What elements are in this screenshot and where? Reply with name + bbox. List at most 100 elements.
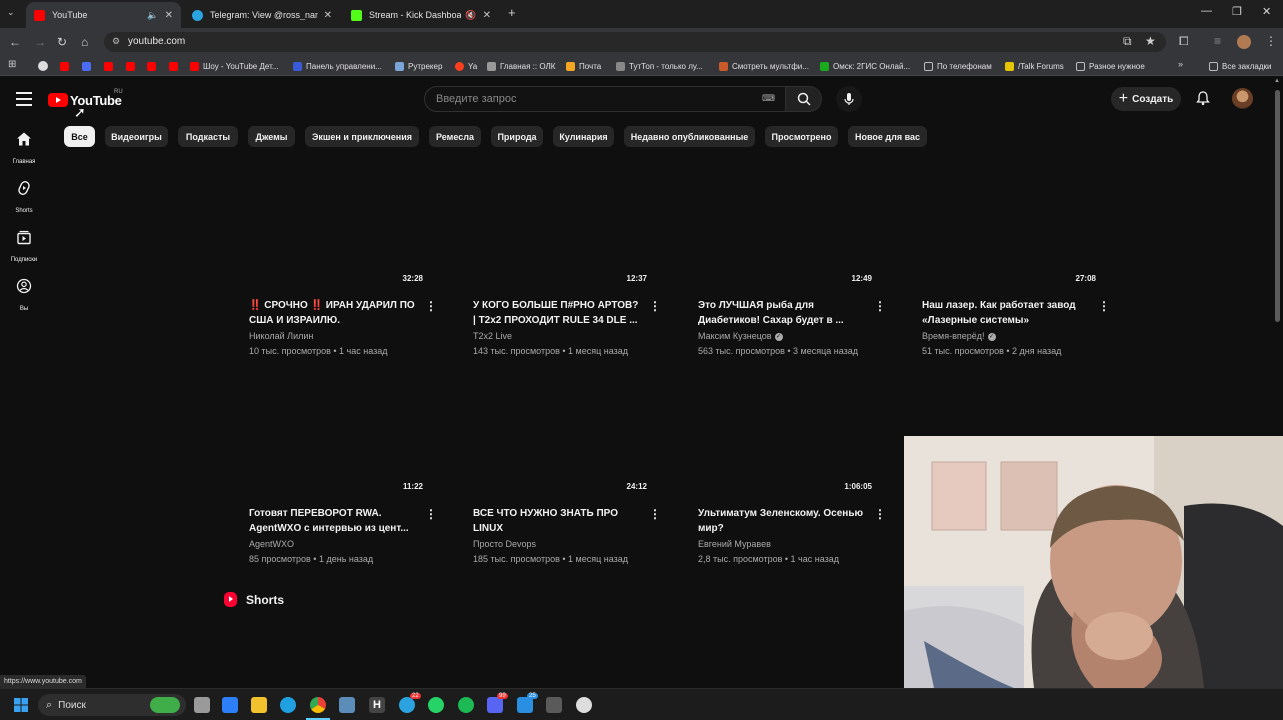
- scrollbar-thumb[interactable]: [1275, 90, 1280, 322]
- more-actions-icon[interactable]: ⋮: [425, 507, 437, 521]
- bookmark-star-icon[interactable]: ★: [1145, 34, 1156, 48]
- bookmark-item[interactable]: Панель управлени...: [293, 59, 382, 73]
- chip-nature[interactable]: Природа: [491, 126, 543, 147]
- whatsapp-icon[interactable]: [428, 697, 444, 713]
- search-button[interactable]: [786, 86, 822, 112]
- rail-item-you[interactable]: Вы: [0, 278, 48, 315]
- weather-widget-icon[interactable]: [150, 697, 180, 713]
- spotify-icon[interactable]: [458, 697, 474, 713]
- video-title[interactable]: У КОГО БОЛЬШЕ П#РНО АРТОВ? | T2x2 ПРОХОД…: [473, 298, 643, 328]
- video-card[interactable]: 12:49 Это ЛУЧШАЯ рыба для Диабетиков! Са…: [698, 162, 894, 362]
- close-tab-icon[interactable]: ✕: [483, 10, 491, 21]
- chip-watched[interactable]: Просмотрено: [765, 126, 838, 147]
- bookmark-item[interactable]: [169, 59, 182, 73]
- search-box[interactable]: Введите запрос ⌨: [424, 86, 786, 112]
- video-title[interactable]: Это ЛУЧШАЯ рыба для Диабетиков! Сахар бу…: [698, 298, 868, 328]
- video-card[interactable]: 1:06:05 Ультиматум Зеленскому. Осенью ми…: [698, 370, 894, 570]
- obs-icon[interactable]: [576, 697, 592, 713]
- more-actions-icon[interactable]: ⋮: [649, 507, 661, 521]
- chip-new-to-you[interactable]: Новое для вас: [848, 126, 927, 147]
- channel-name[interactable]: Евгений Муравев: [698, 539, 771, 549]
- video-title[interactable]: Готовят ПЕРЕВОРОТ RWA. AgentWXO с интерв…: [249, 506, 419, 536]
- chip-podcasts[interactable]: Подкасты: [178, 126, 238, 147]
- video-card[interactable]: 11:22 Готовят ПЕРЕВОРОТ RWA. AgentWXO с …: [249, 370, 445, 570]
- telegram-icon[interactable]: [399, 697, 415, 713]
- video-title[interactable]: Ультиматум Зеленскому. Осенью мир?: [698, 506, 868, 536]
- new-tab-icon[interactable]: +: [508, 5, 516, 20]
- chip-cooking[interactable]: Кулинария: [553, 126, 614, 147]
- video-thumbnail[interactable]: 12:37: [473, 162, 653, 285]
- maximize-icon[interactable]: ❐: [1232, 5, 1242, 18]
- channel-name[interactable]: Максим Кузнецов ✓: [698, 331, 783, 341]
- h-app-icon[interactable]: H: [369, 697, 385, 713]
- voice-search-button[interactable]: [836, 86, 862, 112]
- minimize-icon[interactable]: —: [1201, 5, 1212, 17]
- video-thumbnail[interactable]: 12:49: [698, 162, 878, 285]
- extensions-icon[interactable]: ⧠: [1179, 34, 1189, 49]
- address-bar[interactable]: ⚙ youtube.com: [104, 32, 1166, 52]
- bookmark-item[interactable]: [126, 59, 139, 73]
- globe-icon[interactable]: [38, 61, 48, 71]
- chrome-icon[interactable]: [310, 697, 326, 713]
- chip-action-adventure[interactable]: Экшен и приключения: [305, 126, 419, 147]
- app-badge-icon[interactable]: [517, 697, 533, 713]
- close-tab-icon[interactable]: ✕: [324, 10, 332, 21]
- bookmark-item[interactable]: [82, 59, 95, 73]
- forward-icon[interactable]: →: [34, 35, 46, 49]
- store-icon[interactable]: [222, 697, 238, 713]
- reading-list-icon[interactable]: ≡: [1214, 34, 1221, 48]
- bookmark-item[interactable]: Разное нужное: [1076, 59, 1145, 73]
- video-thumbnail[interactable]: 11:22: [249, 370, 429, 493]
- video-card[interactable]: 32:28 ‼️ СРОЧНО ‼️ ИРАН УДАРИЛ ПО США И …: [249, 162, 445, 362]
- rail-item-shorts[interactable]: Shorts: [0, 180, 48, 217]
- notifications-bell-icon[interactable]: [1195, 90, 1211, 106]
- video-card[interactable]: 24:12 ВСЕ ЧТО НУЖНО ЗНАТЬ ПРО LINUX ⋮ Пр…: [473, 370, 669, 570]
- video-title[interactable]: ВСЕ ЧТО НУЖНО ЗНАТЬ ПРО LINUX: [473, 506, 643, 536]
- reload-icon[interactable]: ↻: [57, 35, 67, 49]
- steam-icon[interactable]: [339, 697, 355, 713]
- more-actions-icon[interactable]: ⋮: [874, 507, 886, 521]
- chip-videogames[interactable]: Видеоигры: [105, 126, 168, 147]
- create-button[interactable]: + Создать: [1111, 87, 1181, 111]
- speaker-icon[interactable]: 🔈: [147, 10, 158, 21]
- more-actions-icon[interactable]: ⋮: [1098, 299, 1110, 313]
- bookmark-item[interactable]: Ya: [455, 59, 477, 73]
- scroll-up-icon[interactable]: ▲: [1274, 78, 1280, 84]
- bookmark-item[interactable]: [60, 59, 73, 73]
- video-thumbnail[interactable]: 27:08: [922, 162, 1102, 285]
- bookmark-item[interactable]: Смотреть мультфи...: [719, 59, 809, 73]
- taskbar-search[interactable]: ⌕ Поиск: [38, 694, 186, 716]
- windows-start-icon[interactable]: [14, 698, 28, 712]
- account-avatar[interactable]: [1232, 88, 1253, 109]
- video-thumbnail[interactable]: 1:06:05: [698, 370, 878, 493]
- more-actions-icon[interactable]: ⋮: [874, 299, 886, 313]
- bookmark-item[interactable]: Омск: 2ГИС Онлай...: [820, 59, 910, 73]
- rail-item-home[interactable]: Главная: [0, 131, 48, 168]
- close-tab-icon[interactable]: ✕: [165, 10, 173, 21]
- mute-icon[interactable]: 🔇: [465, 10, 476, 21]
- discord-icon[interactable]: [487, 697, 503, 713]
- guide-menu-icon[interactable]: [16, 92, 32, 106]
- more-actions-icon[interactable]: ⋮: [425, 299, 437, 313]
- site-info-icon[interactable]: ⚙: [112, 36, 120, 47]
- bookmark-item[interactable]: /Talk Forums: [1005, 59, 1064, 73]
- all-bookmarks[interactable]: Все закладки: [1209, 59, 1271, 73]
- bookmark-item[interactable]: Почта: [566, 59, 601, 73]
- rail-item-subscriptions[interactable]: Подписки: [0, 229, 48, 266]
- profile-avatar-icon[interactable]: [1237, 35, 1251, 49]
- bookmark-item[interactable]: Главная :: ОЛК: [487, 59, 555, 73]
- channel-name[interactable]: T2x2 Live: [473, 331, 512, 341]
- tab-kick[interactable]: Stream - Kick Dashboard 🔇 ✕: [343, 2, 499, 28]
- tab-telegram[interactable]: Telegram: View @ross_name ✕: [184, 2, 340, 28]
- file-explorer-icon[interactable]: [251, 697, 267, 713]
- tab-youtube[interactable]: YouTube 🔈 ✕: [26, 2, 181, 28]
- video-thumbnail[interactable]: 32:28: [249, 162, 429, 285]
- tab-search-icon[interactable]: ⌄: [7, 7, 15, 18]
- chip-recently-uploaded[interactable]: Недавно опубликованные: [624, 126, 755, 147]
- more-actions-icon[interactable]: ⋮: [649, 299, 661, 313]
- video-card[interactable]: 12:37 У КОГО БОЛЬШЕ П#РНО АРТОВ? | T2x2 …: [473, 162, 669, 362]
- edge-icon[interactable]: [280, 697, 296, 713]
- video-card[interactable]: 27:08 Наш лазер. Как работает завод «Лаз…: [922, 162, 1118, 362]
- chip-all[interactable]: Все: [64, 126, 95, 147]
- bookmark-item[interactable]: [104, 59, 117, 73]
